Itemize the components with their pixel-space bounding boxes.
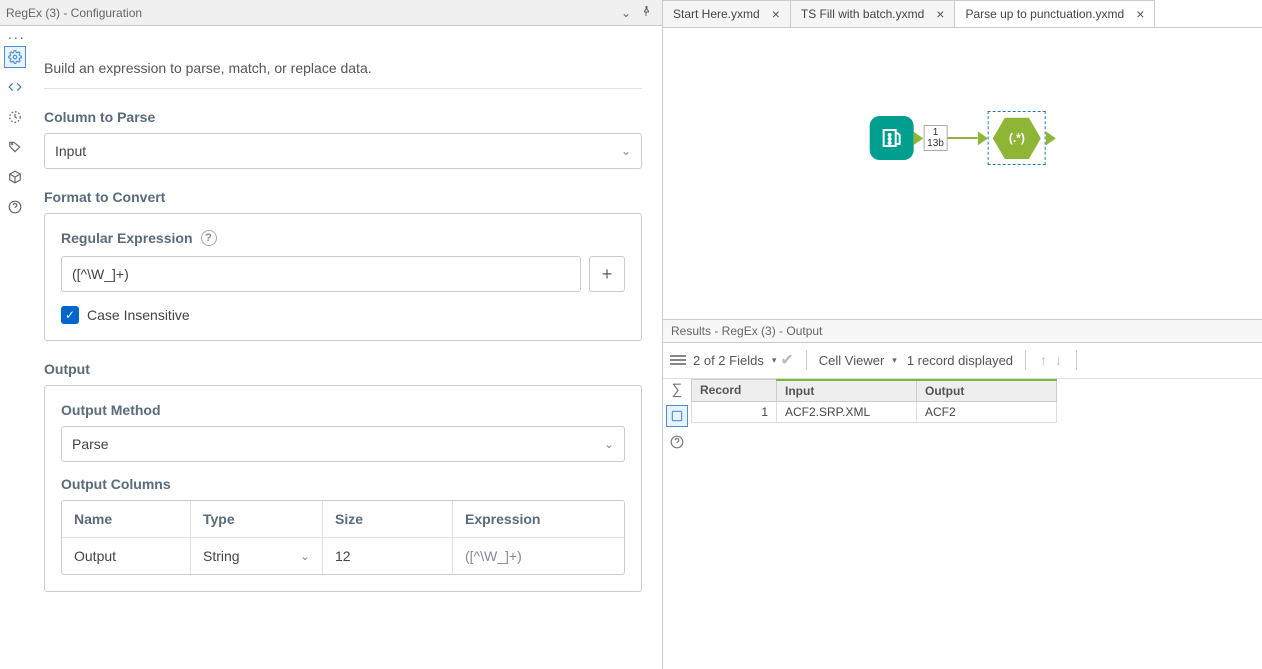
output-method-label: Output Method — [61, 402, 625, 418]
output-method-select[interactable]: Parse ⌄ — [61, 426, 625, 462]
overflow-dots-icon[interactable]: ... — [0, 26, 662, 44]
selected-tool[interactable]: (.*) — [988, 111, 1046, 165]
separator — [1025, 350, 1026, 370]
records-displayed: 1 record displayed — [907, 353, 1013, 368]
col-header-name: Name — [62, 501, 190, 537]
col-header-type: Type — [190, 501, 322, 537]
chevron-down-icon: ⌄ — [604, 437, 614, 451]
regex-tool-node[interactable]: (.*) — [993, 116, 1041, 160]
col-header-size: Size — [322, 501, 452, 537]
output-anchor[interactable] — [913, 131, 923, 145]
format-to-convert-label: Format to Convert — [44, 189, 642, 205]
caret-down-icon[interactable]: ▾ — [772, 355, 777, 366]
results-header-row: Record Input Output — [692, 380, 1057, 402]
workspace: Start Here.yxmd × TS Fill with batch.yxm… — [663, 0, 1262, 669]
config-header: RegEx (3) - Configuration ⌄ — [0, 0, 662, 26]
package-icon[interactable] — [4, 166, 26, 188]
chevron-down-icon: ⌄ — [300, 549, 310, 563]
outcol-type[interactable]: String ⌄ — [190, 538, 322, 574]
results-title: Results - RegEx (3) - Output — [671, 324, 822, 338]
column-to-parse-select[interactable]: Input ⌄ — [44, 133, 642, 169]
tab-start-here[interactable]: Start Here.yxmd × — [663, 0, 791, 27]
config-side-tabs — [0, 44, 30, 669]
outcol-name[interactable]: Output — [62, 538, 190, 574]
col-record[interactable]: Record — [692, 380, 777, 402]
close-icon[interactable]: × — [1136, 6, 1144, 22]
record-count-badge: 1 13b — [923, 125, 948, 151]
results-body: ∑ Record Input Output 1 ACF2.SRP.XML ACF… — [663, 379, 1262, 669]
close-icon[interactable]: × — [772, 6, 780, 22]
config-title: RegEx (3) - Configuration — [6, 6, 616, 20]
cell-record: 1 — [692, 401, 777, 422]
output-columns-label: Output Columns — [61, 476, 625, 492]
col-input[interactable]: Input — [777, 380, 917, 402]
results-toolbar: 2 of 2 Fields ▾ ✔ Cell Viewer ▾ 1 record… — [663, 343, 1262, 379]
output-group: Output Method Parse ⌄ Output Columns Nam… — [44, 385, 642, 592]
help-icon[interactable] — [666, 431, 688, 453]
col-header-expr: Expression — [452, 501, 624, 537]
tab-parse-punctuation[interactable]: Parse up to punctuation.yxmd × — [955, 0, 1155, 27]
sigma-icon[interactable]: ∑ — [666, 379, 688, 401]
case-insensitive-checkbox[interactable]: ✓ — [61, 306, 79, 324]
check-icon[interactable]: ✔ — [780, 350, 793, 370]
cell-viewer-label[interactable]: Cell Viewer — [819, 353, 885, 368]
data-view-icon[interactable] — [666, 405, 688, 427]
output-method-value: Parse — [72, 436, 109, 452]
input-tool-node[interactable] — [869, 116, 913, 160]
table-header-row: Name Type Size Expression — [62, 501, 624, 537]
config-description: Build an expression to parse, match, or … — [44, 54, 642, 89]
pin-icon[interactable] — [636, 5, 656, 20]
fields-count[interactable]: 2 of 2 Fields — [693, 353, 764, 368]
cell-output: ACF2 — [917, 401, 1057, 422]
tag-icon[interactable] — [4, 136, 26, 158]
arrow-down-icon[interactable]: ↓ — [1053, 352, 1064, 368]
config-content: Build an expression to parse, match, or … — [30, 44, 662, 669]
config-panel: RegEx (3) - Configuration ⌄ ... — [0, 0, 663, 669]
gear-icon[interactable] — [4, 46, 26, 68]
separator — [806, 350, 807, 370]
cell-input: ACF2.SRP.XML — [777, 401, 917, 422]
table-row[interactable]: Output String ⌄ 12 ([^\W_]+) — [62, 537, 624, 574]
collapse-icon[interactable]: ⌄ — [616, 6, 636, 20]
caret-down-icon[interactable]: ▾ — [892, 355, 897, 366]
format-group: Regular Expression ? + ✓ Case Insensitiv… — [44, 213, 642, 341]
workflow-canvas[interactable]: 1 13b (.*) — [663, 28, 1262, 319]
help-icon[interactable] — [4, 196, 26, 218]
separator — [1076, 350, 1077, 370]
add-expression-button[interactable]: + — [589, 256, 625, 292]
rows-icon[interactable] — [667, 349, 689, 371]
outcol-expr: ([^\W_]+) — [452, 538, 624, 574]
regex-input[interactable] — [61, 256, 581, 292]
arrow-up-icon[interactable]: ↑ — [1038, 352, 1049, 368]
workflow-tabs: Start Here.yxmd × TS Fill with batch.yxm… — [663, 0, 1262, 28]
refresh-icon[interactable] — [4, 106, 26, 128]
results-table: Record Input Output 1 ACF2.SRP.XML ACF2 — [691, 379, 1262, 669]
case-insensitive-label: Case Insensitive — [87, 307, 190, 323]
tab-ts-fill[interactable]: TS Fill with batch.yxmd × — [791, 0, 956, 27]
connector[interactable] — [948, 137, 978, 139]
regex-label: Regular Expression ? — [61, 230, 625, 246]
output-columns-table: Name Type Size Expression Output String … — [61, 500, 625, 575]
output-anchor[interactable] — [1046, 131, 1056, 145]
close-icon[interactable]: × — [936, 6, 944, 22]
input-anchor[interactable] — [978, 131, 988, 145]
chevron-down-icon: ⌄ — [621, 144, 631, 158]
code-icon[interactable] — [4, 76, 26, 98]
column-to-parse-label: Column to Parse — [44, 109, 642, 125]
output-label: Output — [44, 361, 642, 377]
results-header: Results - RegEx (3) - Output — [663, 319, 1262, 343]
column-to-parse-value: Input — [55, 143, 86, 159]
outcol-size[interactable]: 12 — [322, 538, 452, 574]
results-row[interactable]: 1 ACF2.SRP.XML ACF2 — [692, 401, 1057, 422]
help-circle-icon[interactable]: ? — [201, 230, 217, 246]
col-output[interactable]: Output — [917, 380, 1057, 402]
